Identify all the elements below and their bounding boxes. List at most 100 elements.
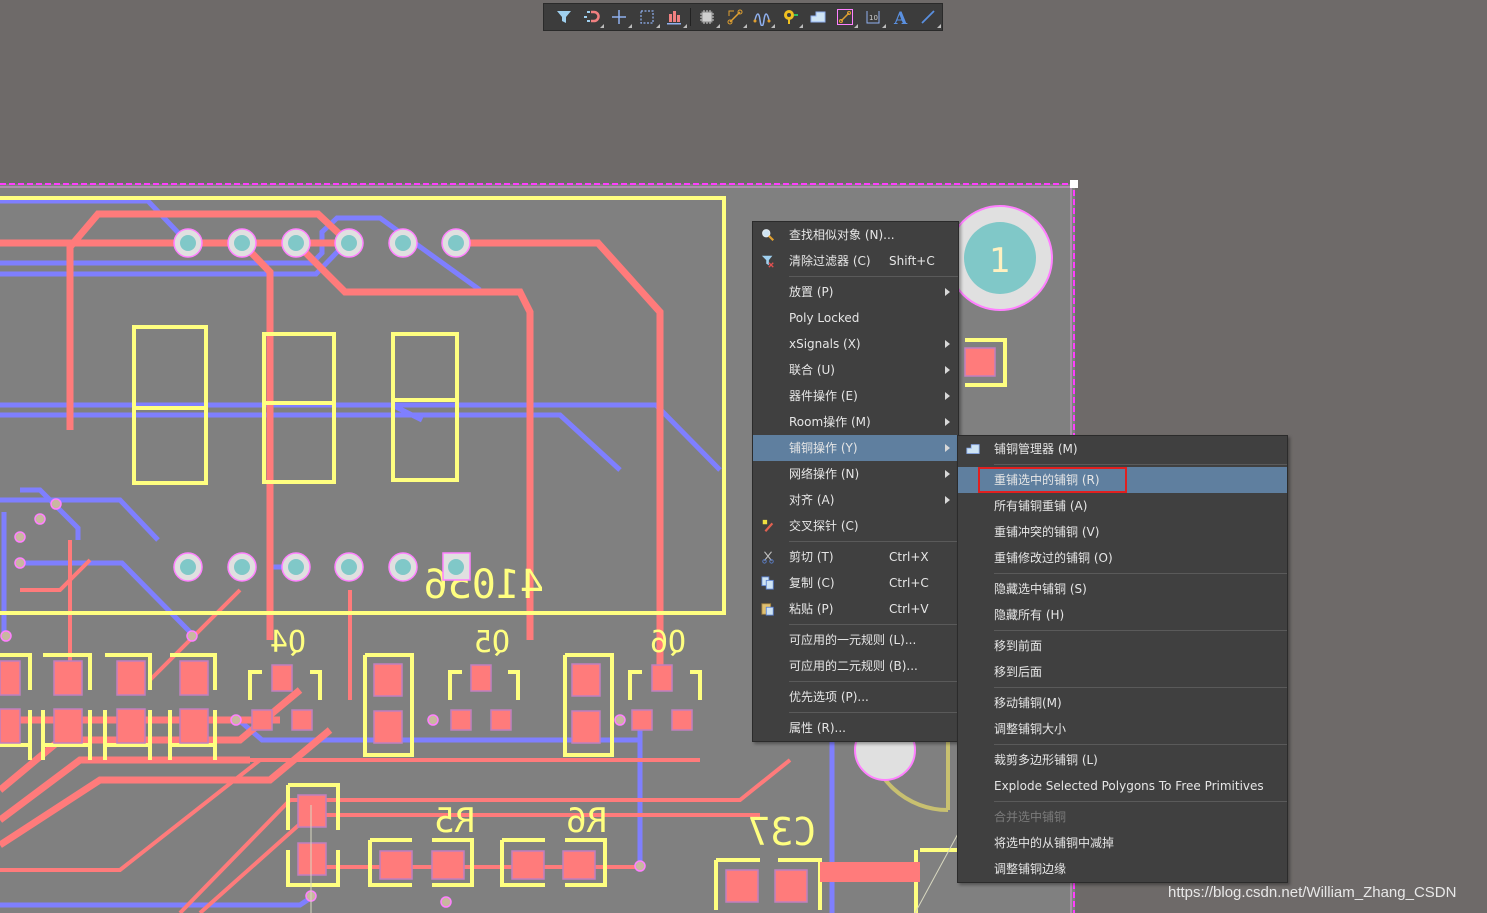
menu-item-label: Room操作 (M)	[789, 415, 871, 429]
dimension-button[interactable]: 10	[859, 5, 887, 29]
menu-item-shortcut: Ctrl+X	[889, 550, 929, 564]
context-menu-item[interactable]: 可应用的二元规则 (B)...	[753, 653, 958, 679]
svg-text:10: 10	[869, 14, 878, 22]
submenu-item[interactable]: Explode Selected Polygons To Free Primit…	[958, 773, 1287, 799]
submenu-arrow-icon	[945, 392, 950, 400]
context-menu-item[interactable]: 铺铜操作 (Y)	[753, 435, 958, 461]
place-via-button[interactable]	[776, 5, 804, 29]
submenu-arrow-icon	[945, 418, 950, 426]
menu-item-label: 重铺冲突的铺铜 (V)	[994, 525, 1100, 539]
menu-item-label: 可应用的二元规则 (B)...	[789, 659, 918, 673]
context-menu-item[interactable]: 属性 (R)...	[753, 715, 958, 741]
filter-button[interactable]	[550, 5, 578, 29]
menu-item-label: 复制 (C)	[789, 576, 835, 590]
context-menu-item[interactable]: 联合 (U)	[753, 357, 958, 383]
menu-item-label: 放置 (P)	[789, 285, 834, 299]
snap-button[interactable]	[578, 5, 606, 29]
align-icon	[667, 11, 682, 25]
menu-item-label: 隐藏所有 (H)	[994, 608, 1065, 622]
text-icon: A	[893, 9, 908, 26]
align-button[interactable]	[661, 5, 689, 29]
submenu-item[interactable]: 裁剪多边形铺铜 (L)	[958, 747, 1287, 773]
mounting-pad-1[interactable]: 1	[947, 205, 1053, 311]
submenu-arrow-icon	[945, 340, 950, 348]
crosshair-button[interactable]	[605, 5, 633, 29]
menu-separator	[994, 687, 1287, 688]
interactive-route-button[interactable]	[831, 5, 859, 29]
context-menu-item[interactable]: 查找相似对象 (N)...	[753, 222, 958, 248]
polygon-icon	[810, 11, 826, 23]
route-button[interactable]	[721, 5, 749, 29]
menu-separator	[994, 464, 1287, 465]
place-line-button[interactable]	[914, 5, 942, 29]
submenu-arrow-icon	[945, 496, 950, 504]
menu-item-label: 移到前面	[994, 639, 1043, 653]
context-menu-item[interactable]: 优先选项 (P)...	[753, 684, 958, 710]
copy-icon	[760, 575, 776, 591]
outline-vertex-handle[interactable]	[1070, 180, 1078, 188]
menu-item-shortcut: Ctrl+C	[889, 576, 929, 590]
submenu-item[interactable]: 移到前面	[958, 633, 1287, 659]
context-menu-item[interactable]: 放置 (P)	[753, 279, 958, 305]
context-menu-item[interactable]: 粘贴 (P) Ctrl+V	[753, 596, 958, 622]
cut-icon	[760, 549, 776, 565]
designator-41056: 41056	[424, 562, 544, 608]
submenu-item[interactable]: 铺铜管理器 (M)	[958, 436, 1287, 462]
context-menu-item[interactable]: 网络操作 (N)	[753, 461, 958, 487]
menu-item-label: 属性 (R)...	[789, 721, 846, 735]
menu-item-label: 可应用的一元规则 (L)...	[789, 633, 917, 647]
context-menu-item[interactable]: Room操作 (M)	[753, 409, 958, 435]
submenu-item[interactable]: 调整铺铜大小	[958, 716, 1287, 742]
dimension-icon: 10	[866, 11, 880, 24]
polygon-pour-button[interactable]	[804, 5, 832, 29]
place-text-button[interactable]: A	[887, 5, 915, 29]
context-menu-item[interactable]: 可应用的一元规则 (L)...	[753, 627, 958, 653]
submenu-item[interactable]: 重铺冲突的铺铜 (V)	[958, 519, 1287, 545]
submenu-item[interactable]: 将选中的从铺铜中减掉	[958, 830, 1287, 856]
menu-item-label: 铺铜操作 (Y)	[789, 441, 858, 455]
menu-item-label: 将选中的从铺铜中减掉	[994, 836, 1115, 850]
submenu-item[interactable]: 重铺修改过的铺铜 (O)	[958, 545, 1287, 571]
menu-item-label: 网络操作 (N)	[789, 467, 860, 481]
component-icon	[700, 10, 714, 24]
menu-separator	[789, 624, 958, 625]
snap-magnet-icon	[584, 10, 601, 23]
submenu-item[interactable]: 移到后面	[958, 659, 1287, 685]
submenu-item[interactable]: 所有铺铜重铺 (A)	[958, 493, 1287, 519]
designator-r6: R6	[566, 801, 607, 841]
submenu-item[interactable]: 调整铺铜边缘	[958, 856, 1287, 882]
submenu-item[interactable]: 隐藏所有 (H)	[958, 602, 1287, 628]
context-menu-item[interactable]: 清除过滤器 (C) Shift+C	[753, 248, 958, 274]
watermark: https://blog.csdn.net/William_Zhang_CSDN	[1168, 884, 1457, 901]
submenu-arrow-icon	[945, 470, 950, 478]
menu-item-label: 移到后面	[994, 665, 1043, 679]
context-menu-item[interactable]: 复制 (C) Ctrl+C	[753, 570, 958, 596]
submenu-arrow-icon	[945, 288, 950, 296]
place-component-button[interactable]	[693, 5, 721, 29]
context-menu-item[interactable]: 器件操作 (E)	[753, 383, 958, 409]
context-menu-item[interactable]: 剪切 (T) Ctrl+X	[753, 544, 958, 570]
select-button[interactable]	[633, 5, 661, 29]
menu-item-label: 优先选项 (P)...	[789, 690, 869, 704]
menu-item-label: 交叉探针 (C)	[789, 519, 859, 533]
toolbar-separator	[690, 8, 692, 26]
paste-icon	[760, 601, 776, 617]
menu-separator	[789, 541, 958, 542]
route-track-icon	[727, 9, 743, 25]
submenu-item[interactable]: 移动铺铜(M)	[958, 690, 1287, 716]
designator-c37: C37	[747, 810, 816, 854]
context-menu: 查找相似对象 (N)... 清除过滤器 (C) Shift+C 放置 (P) Poly …	[752, 221, 959, 742]
interactive-route-icon	[837, 9, 854, 25]
submenu-item[interactable]: 隐藏选中铺铜 (S)	[958, 576, 1287, 602]
context-menu-item[interactable]: Poly Locked	[753, 305, 958, 331]
context-menu-item[interactable]: 对齐 (A)	[753, 487, 958, 513]
diff-pair-button[interactable]	[748, 5, 776, 29]
menu-item-label: 调整铺铜边缘	[994, 862, 1067, 876]
menu-item-label: Poly Locked	[789, 311, 860, 325]
menu-item-shortcut: Ctrl+V	[889, 602, 929, 616]
menu-item-label: 所有铺铜重铺 (A)	[994, 499, 1088, 513]
context-menu-item[interactable]: xSignals (X)	[753, 331, 958, 357]
submenu-arrow-icon	[945, 366, 950, 374]
context-menu-item[interactable]: 交叉探针 (C)	[753, 513, 958, 539]
designator-q5: Q5	[474, 625, 510, 660]
